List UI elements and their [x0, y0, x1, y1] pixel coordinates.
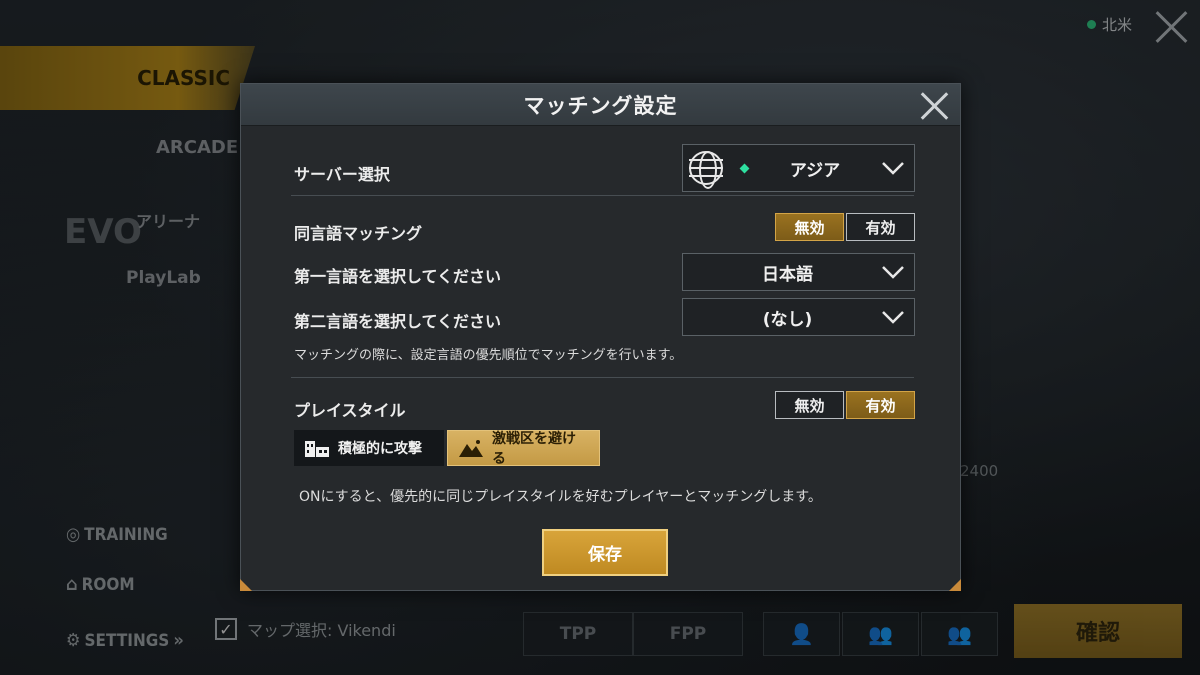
- playstyle-note: ONにすると、優先的に同じプレイスタイルを好むプレイヤーとマッチングします。: [299, 489, 822, 505]
- same-language-on-button[interactable]: 有効: [846, 213, 915, 241]
- close-icon[interactable]: [918, 88, 952, 122]
- dialog-title: マッチング設定: [523, 93, 678, 118]
- first-language-label: 第一言語を選択してください: [294, 267, 502, 286]
- divider: [291, 377, 914, 378]
- corner-accent: [949, 579, 961, 591]
- corner-accent: [240, 579, 252, 591]
- playstyle-avoid-hotspots-label: 激戦区を避ける: [492, 431, 576, 467]
- playstyle-on-button[interactable]: 有効: [846, 391, 915, 419]
- server-label: サーバー選択: [294, 165, 390, 184]
- same-language-off-button[interactable]: 無効: [775, 213, 844, 241]
- same-language-toggle: 無効 有効: [775, 213, 915, 241]
- language-note: マッチングの際に、設定言語の優先順位でマッチングを行います。: [294, 348, 683, 363]
- same-language-label: 同言語マッチング: [294, 224, 423, 243]
- chevron-down-icon: [882, 265, 904, 279]
- mountain-icon: [459, 440, 483, 457]
- globe-icon: [689, 151, 723, 189]
- dialog-header: マッチング設定: [241, 84, 960, 126]
- playstyle-off-button[interactable]: 無効: [775, 391, 844, 419]
- building-icon: [305, 441, 329, 457]
- server-value: アジア: [789, 160, 841, 181]
- matching-settings-dialog: マッチング設定 サーバー選択 アジア 同言語マッチング 無効 有効 第一言語を選…: [240, 83, 961, 591]
- playstyle-avoid-hotspots-button[interactable]: 激戦区を避ける: [447, 430, 600, 467]
- server-select[interactable]: アジア: [682, 144, 915, 192]
- second-language-select[interactable]: (なし): [682, 298, 915, 336]
- first-language-value: 日本語: [762, 264, 813, 285]
- playstyle-aggressive-label: 積極的に攻撃: [338, 441, 422, 457]
- playstyle-toggle: 無効 有効: [775, 391, 915, 419]
- chevron-down-icon: [882, 161, 904, 175]
- second-language-label: 第二言語を選択してください: [294, 312, 502, 331]
- playstyle-aggressive-button[interactable]: 積極的に攻撃: [294, 430, 444, 466]
- first-language-select[interactable]: 日本語: [682, 253, 915, 291]
- playstyle-label: プレイスタイル: [294, 401, 406, 420]
- second-language-value: (なし): [762, 309, 813, 330]
- divider: [291, 195, 914, 196]
- chevron-down-icon: [882, 310, 904, 324]
- save-button[interactable]: 保存: [542, 529, 668, 576]
